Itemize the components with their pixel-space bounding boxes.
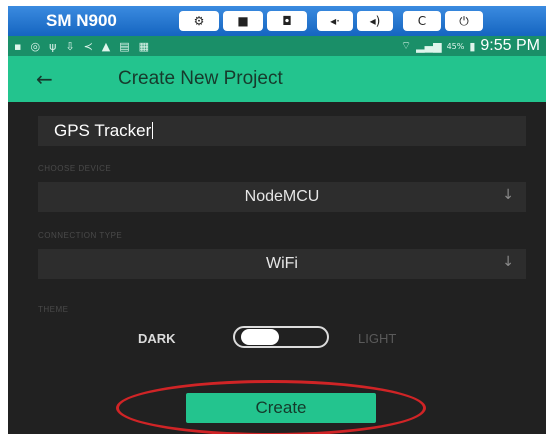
chevron-down-icon: ↓	[502, 254, 514, 270]
notification-icon: ▪	[14, 39, 22, 53]
chevron-down-icon: ↓	[502, 187, 514, 203]
connection-type-label: CONNECTION TYPE	[38, 231, 123, 240]
project-name-value: GPS Tracker	[54, 121, 152, 140]
battery-percent: 45%	[446, 41, 465, 51]
text-caret	[152, 122, 154, 139]
notification-icon: ▦	[138, 39, 150, 53]
toggle-knob	[241, 329, 279, 345]
connection-type-dropdown[interactable]: WiFi ↓	[38, 249, 526, 279]
warning-icon: ▲	[101, 39, 111, 53]
power-icon[interactable]: ⏻	[445, 11, 483, 31]
rotate-icon[interactable]: C	[403, 11, 441, 31]
camera-icon[interactable]: ◘	[267, 11, 307, 31]
page-title: Create New Project	[118, 68, 283, 89]
emulator-toolbar: SM N900 ⚙ ■ ◘ ◂· ◂) C ⏻	[8, 6, 546, 36]
share-icon: ≺	[83, 39, 93, 53]
connection-type-value: WiFi	[266, 255, 298, 272]
gear-icon[interactable]: ⚙	[179, 11, 219, 31]
device-dropdown[interactable]: NodeMCU ↓	[38, 182, 526, 212]
notification-icon: ◎	[30, 39, 41, 53]
video-icon[interactable]: ■	[223, 11, 263, 31]
android-status-bar: ▪ ◎ ψ ⇩ ≺ ▲ ▤ ▦ ⌔ ▂▄▆ 45% ▮ 9:55 PM	[8, 36, 546, 56]
phone-frame: SM N900 ⚙ ■ ◘ ◂· ◂) C ⏻ ▪ ◎ ψ ⇩ ≺ ▲ ▤ ▦ …	[8, 6, 546, 434]
app-bar: ← Create New Project	[8, 56, 546, 102]
usb-icon: ψ	[49, 39, 57, 53]
project-name-input[interactable]: GPS Tracker	[38, 116, 526, 146]
volume-down-icon[interactable]: ◂·	[317, 11, 353, 31]
back-arrow-icon[interactable]: ←	[36, 67, 76, 91]
battery-icon: ▮	[469, 39, 476, 53]
theme-toggle[interactable]	[233, 326, 329, 348]
theme-label: THEME	[38, 305, 69, 314]
status-time: 9:55 PM	[480, 37, 540, 54]
download-icon: ⇩	[65, 39, 75, 53]
theme-light-label: LIGHT	[358, 331, 397, 346]
create-button[interactable]: Create	[186, 393, 376, 423]
volume-up-icon[interactable]: ◂)	[357, 11, 393, 31]
notification-icons: ▪ ◎ ψ ⇩ ≺ ▲ ▤ ▦	[14, 40, 149, 53]
signal-icon: ▂▄▆	[416, 39, 442, 53]
theme-switch-row: DARK LIGHT	[8, 320, 546, 354]
wifi-icon: ⌔	[400, 39, 412, 52]
create-project-form: GPS Tracker CHOOSE DEVICE NodeMCU ↓ CONN…	[8, 102, 546, 434]
theme-dark-label: DARK	[138, 331, 176, 346]
device-value: NodeMCU	[244, 188, 320, 205]
system-status: ⌔ ▂▄▆ 45% ▮ 9:55 PM	[401, 37, 540, 55]
emulator-buttons: ⚙ ■ ◘ ◂· ◂) C ⏻	[179, 11, 487, 31]
notification-icon: ▤	[119, 39, 130, 53]
device-label: CHOOSE DEVICE	[38, 164, 112, 173]
device-name: SM N900	[46, 11, 117, 30]
